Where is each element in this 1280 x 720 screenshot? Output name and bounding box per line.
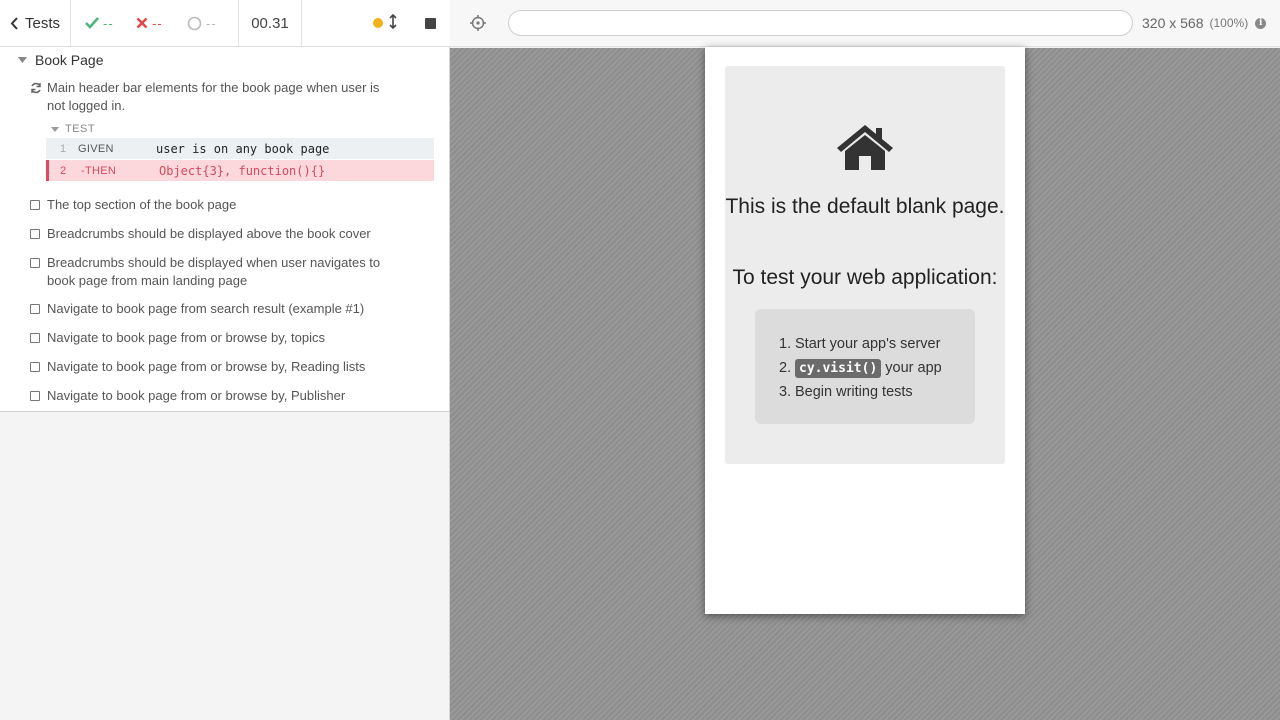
blank-page-heading: This is the default blank page. <box>725 195 1005 218</box>
aut-stage: This is the default blank page. To test … <box>450 47 1280 720</box>
test-title: Main header bar elements for the book pa… <box>47 80 380 113</box>
step-item: 2. cy.visit() your app <box>779 358 942 378</box>
pending-stat[interactable]: -- <box>187 16 238 31</box>
command-argument: user is on any book page <box>156 141 330 156</box>
running-indicator-dot <box>373 18 383 28</box>
failed-stat[interactable]: -- <box>136 16 187 31</box>
test-list: Book Page Main header bar elements for t… <box>0 47 449 412</box>
test-title: Navigate to book page from or browse by,… <box>47 388 346 403</box>
x-icon <box>136 17 148 29</box>
url-bar[interactable] <box>508 10 1133 36</box>
test-item[interactable]: Breadcrumbs should be displayed when use… <box>30 254 400 290</box>
command-number: 1 <box>60 142 67 155</box>
test-title: Navigate to book page from search result… <box>47 301 365 316</box>
test-item[interactable]: Navigate to book page from or browse by,… <box>30 358 400 377</box>
steps-list: 1. Start your app's server 2. cy.visit()… <box>755 309 975 424</box>
caret-down-icon <box>18 57 27 63</box>
suite-header[interactable]: Book Page <box>18 51 104 69</box>
run-controls <box>302 0 450 46</box>
test-item[interactable]: The top section of the book page <box>30 196 400 215</box>
viewport-size: 320 x 568 <box>1142 15 1204 31</box>
default-blank-page: This is the default blank page. To test … <box>725 66 1005 464</box>
command-row[interactable]: 1 GIVEN user is on any book page <box>46 138 434 159</box>
checkbox-icon <box>30 362 40 372</box>
caret-down-icon <box>51 126 59 132</box>
command-number: 2 <box>60 164 67 177</box>
command-keyword: GIVEN <box>78 142 114 155</box>
test-item[interactable]: Navigate to book page from search result… <box>30 300 400 319</box>
pending-count: -- <box>206 15 217 31</box>
checkbox-icon <box>30 304 40 314</box>
back-label: Tests <box>25 14 61 32</box>
test-item[interactable]: Navigate to book page from or browse by,… <box>30 329 400 348</box>
blank-page-subheading: To test your web application: <box>732 266 998 289</box>
pending-circle-icon <box>187 16 202 30</box>
reporter-header: Tests -- -- -- 00.31 <box>0 0 450 47</box>
test-title: Navigate to book page from or browse by,… <box>47 359 366 374</box>
run-duration: 00.31 <box>239 0 302 46</box>
selector-playground-button[interactable] <box>470 15 486 36</box>
command-argument: Object{3}, function(){} <box>159 163 326 178</box>
app-under-test-panel: 320 x 568 (100%) i This is the default b… <box>450 0 1280 720</box>
failed-count: -- <box>152 15 163 31</box>
test-item[interactable]: Breadcrumbs should be displayed above th… <box>30 225 400 244</box>
home-icon <box>837 125 893 170</box>
spinner-icon <box>30 79 47 115</box>
checkbox-icon <box>30 258 40 268</box>
step-item: 1. Start your app's server <box>779 336 941 352</box>
aut-header: 320 x 568 (100%) i <box>450 0 1280 47</box>
viewport-info[interactable]: 320 x 568 (100%) i <box>1142 15 1267 31</box>
vertical-arrows-icon <box>389 13 397 29</box>
auto-scroll-toggle[interactable] <box>389 13 397 33</box>
commands-header[interactable]: TEST <box>51 123 95 135</box>
test-title: The top section of the book page <box>47 197 237 212</box>
app-iframe[interactable]: This is the default blank page. To test … <box>705 47 1025 614</box>
suite-title: Book Page <box>35 52 104 68</box>
test-title: Navigate to book page from or browse by,… <box>47 330 325 345</box>
code-snippet: cy.visit() <box>795 358 882 378</box>
checkbox-icon <box>30 333 40 343</box>
checkbox-icon <box>30 200 40 210</box>
test-title: Breadcrumbs should be displayed when use… <box>47 255 381 288</box>
passed-stat[interactable]: -- <box>85 16 136 31</box>
command-keyword: -THEN <box>81 164 117 177</box>
test-item[interactable]: Navigate to book page from or browse by,… <box>30 387 400 406</box>
checkbox-icon <box>30 391 40 401</box>
crosshair-icon <box>470 15 486 31</box>
back-to-tests-button[interactable]: Tests <box>0 0 71 46</box>
command-row-error[interactable]: 2 -THEN Object{3}, function(){} <box>46 160 434 181</box>
test-stats: -- -- -- <box>71 0 239 46</box>
stop-icon[interactable] <box>425 17 436 29</box>
viewport-zoom: (100%) <box>1209 16 1249 30</box>
info-icon[interactable]: i <box>1255 17 1267 29</box>
reporter-panel: Tests -- -- -- 00.31 Book Page Main head… <box>0 0 450 720</box>
test-title: Breadcrumbs should be displayed above th… <box>47 226 371 241</box>
passed-count: -- <box>103 15 114 31</box>
test-running[interactable]: Main header bar elements for the book pa… <box>30 79 400 115</box>
commands-header-label: TEST <box>65 123 96 135</box>
chevron-left-icon <box>10 16 18 30</box>
checkbox-icon <box>30 229 40 239</box>
step-item: 3. Begin writing tests <box>779 384 913 400</box>
check-icon <box>85 17 99 29</box>
